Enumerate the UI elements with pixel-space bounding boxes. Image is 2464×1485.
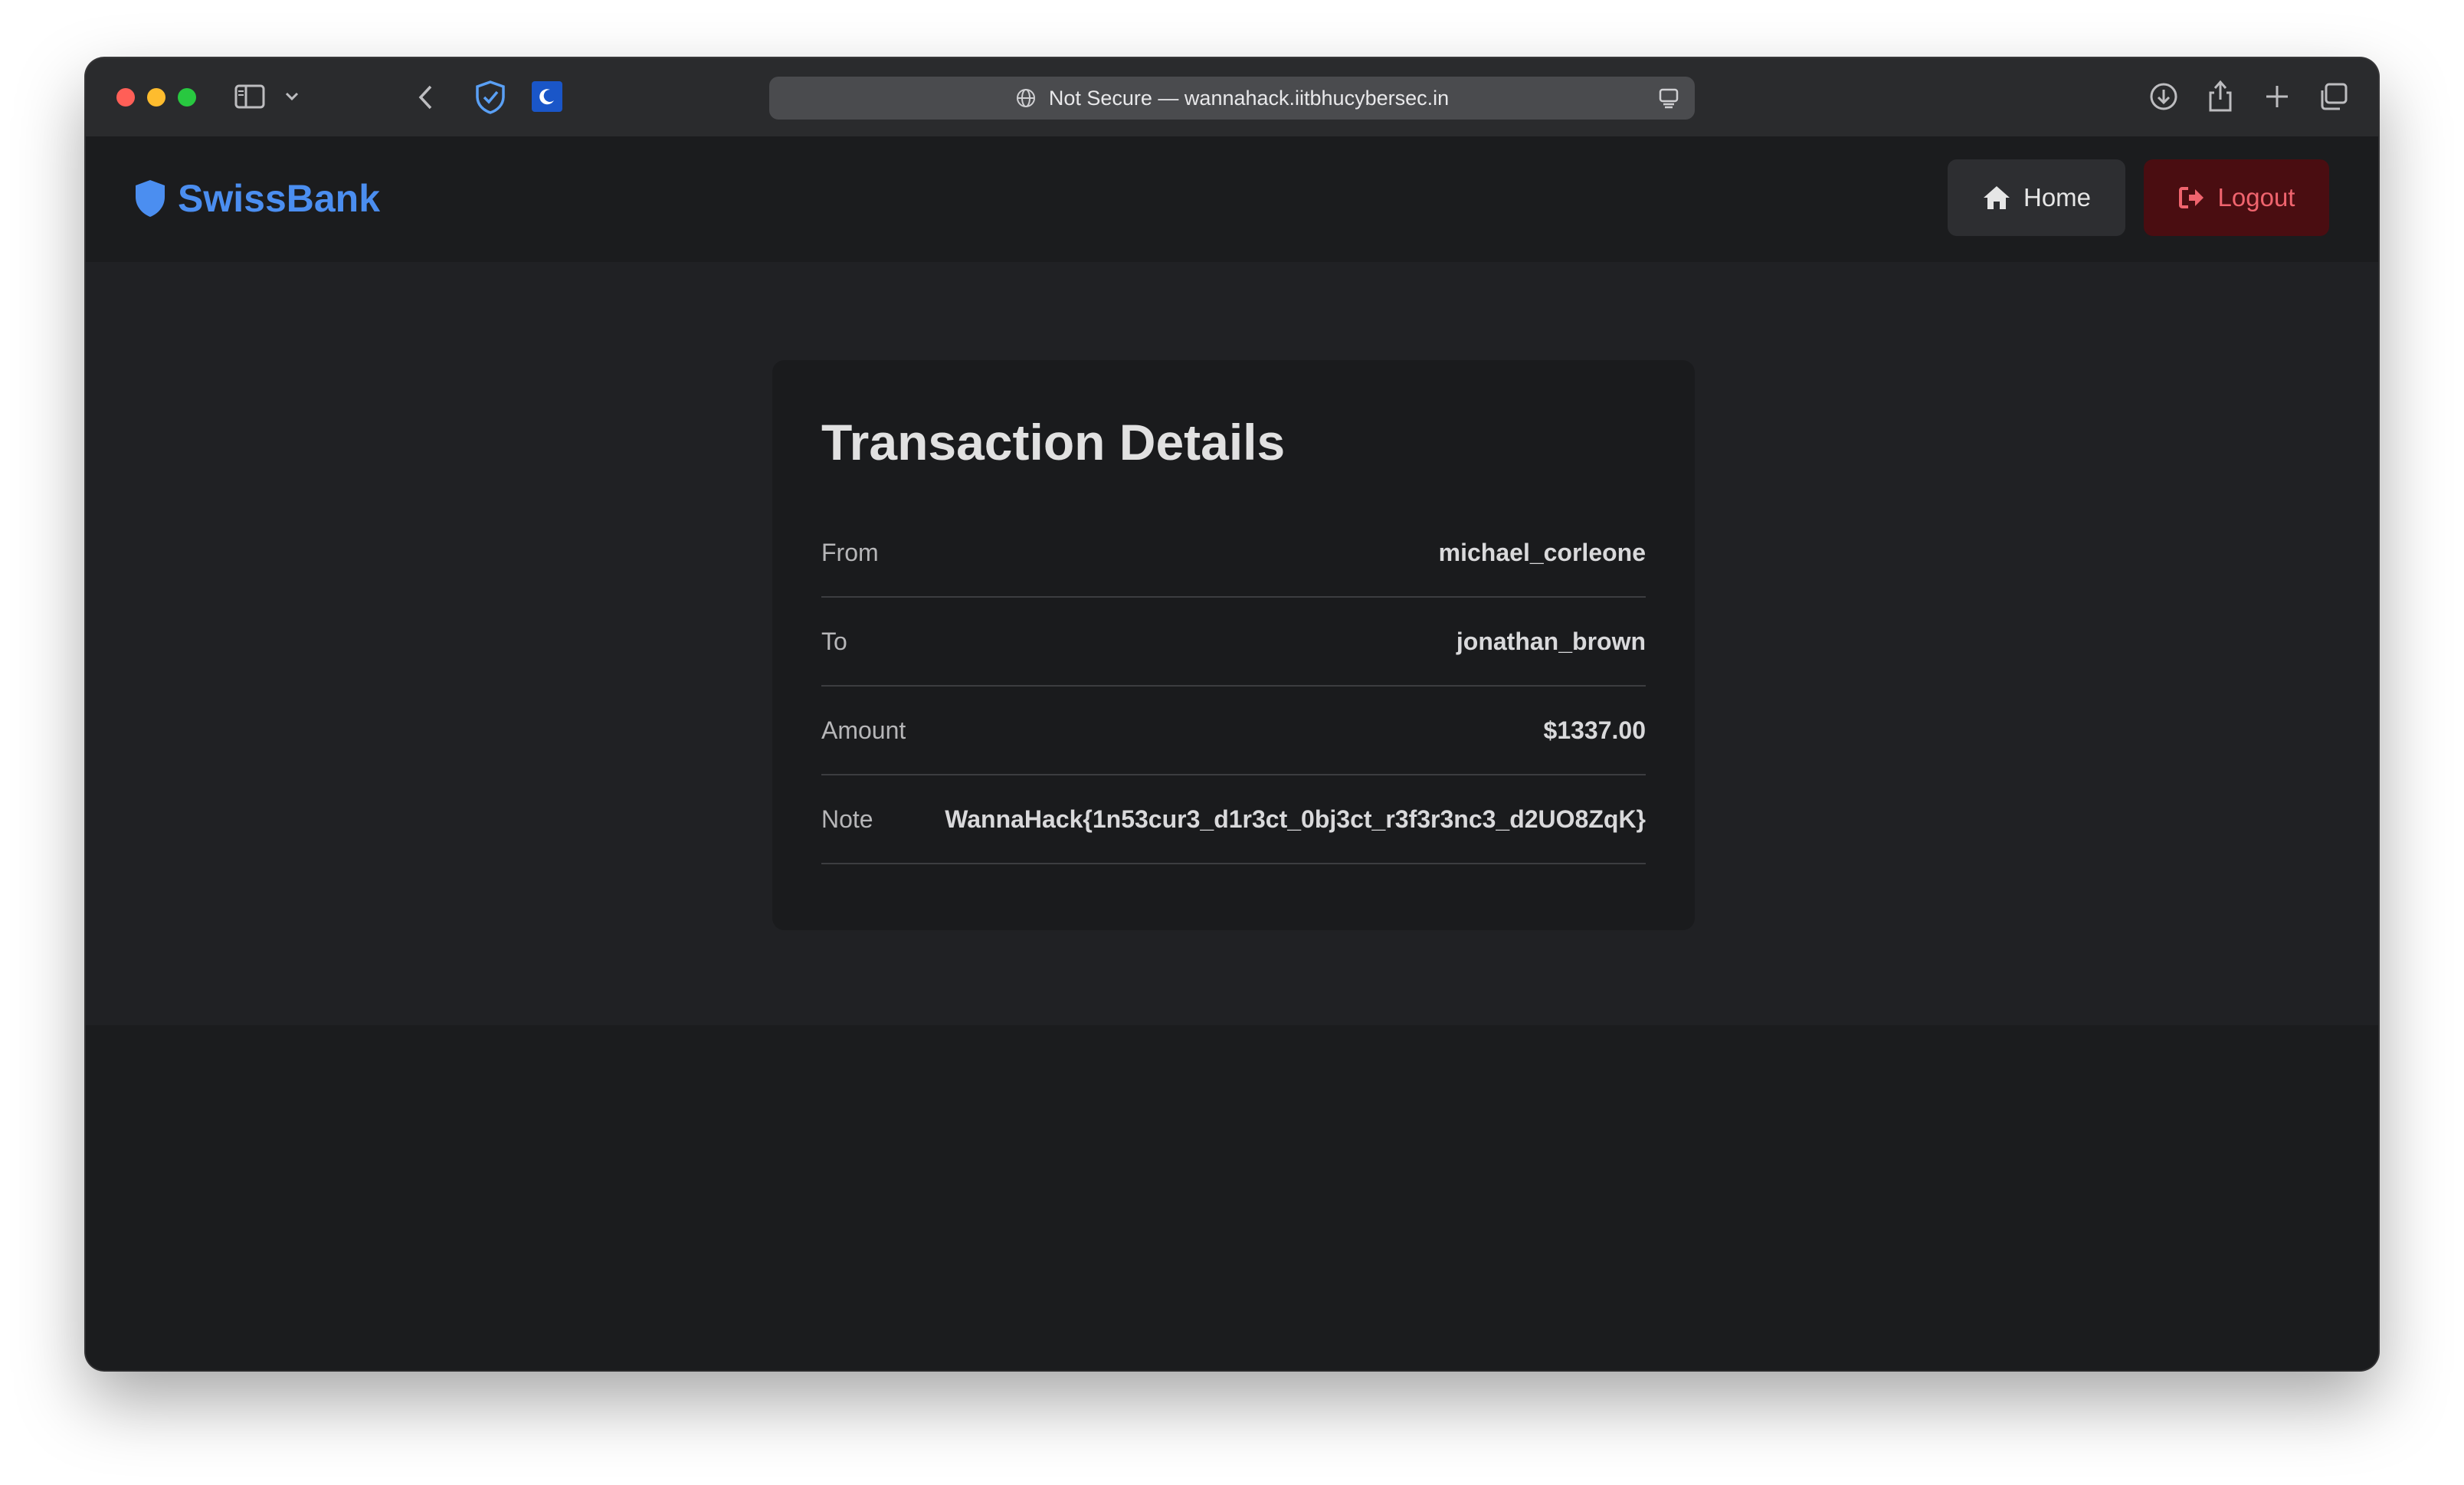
window-close-button[interactable]	[116, 88, 135, 107]
detail-row-from: From michael_corleone	[821, 509, 1646, 598]
dark-mode-extension-icon[interactable]	[532, 81, 562, 112]
detail-value: $1337.00	[1543, 716, 1646, 744]
globe-icon	[1015, 87, 1037, 109]
detail-value: michael_corleone	[1438, 538, 1646, 566]
main-content: Transaction Details From michael_corleon…	[86, 262, 2378, 1025]
detail-row-to: To jonathan_brown	[821, 598, 1646, 687]
transaction-card: Transaction Details From michael_corleon…	[772, 360, 1695, 930]
detail-row-amount: Amount $1337.00	[821, 687, 1646, 775]
tab-overview-icon[interactable]	[2318, 81, 2349, 112]
window-maximize-button[interactable]	[178, 88, 196, 107]
brand-logo[interactable]: SwissBank	[133, 176, 380, 221]
logout-icon	[2178, 185, 2206, 210]
brand-name: SwissBank	[178, 177, 381, 220]
page-footer-area	[86, 1025, 2378, 1370]
detail-label: To	[821, 627, 847, 655]
window-minimize-button[interactable]	[147, 88, 165, 107]
browser-window: Not Secure — wannahack.iitbhucybersec.in	[86, 58, 2378, 1370]
detail-label: Amount	[821, 716, 906, 744]
shield-icon	[133, 179, 167, 218]
home-icon	[1982, 185, 2011, 211]
chevron-down-icon[interactable]	[283, 89, 300, 104]
home-button-label: Home	[2023, 183, 2092, 211]
logout-button-label: Logout	[2217, 183, 2295, 211]
back-arrow-icon[interactable]	[415, 83, 437, 112]
logout-button[interactable]: Logout	[2144, 159, 2329, 236]
detail-row-note: Note WannaHack{1n53cur3_d1r3ct_0bj3ct_r3…	[821, 775, 1646, 864]
sidebar-toggle-icon[interactable]	[234, 84, 265, 110]
detail-value: WannaHack{1n53cur3_d1r3ct_0bj3ct_r3f3r3n…	[945, 805, 1646, 833]
home-button[interactable]: Home	[1948, 159, 2125, 236]
site-navbar: SwissBank Home Logout	[86, 136, 2378, 262]
privacy-shield-icon[interactable]	[473, 80, 507, 115]
address-text: Not Secure — wannahack.iitbhucybersec.in	[1048, 86, 1450, 110]
reader-mode-icon[interactable]	[1658, 87, 1679, 114]
detail-label: Note	[821, 805, 873, 833]
share-icon[interactable]	[2207, 78, 2234, 113]
detail-label: From	[821, 538, 879, 566]
detail-value: jonathan_brown	[1456, 627, 1646, 655]
address-bar[interactable]: Not Secure — wannahack.iitbhucybersec.in	[769, 77, 1695, 120]
page-title: Transaction Details	[821, 414, 1286, 470]
new-tab-plus-icon[interactable]	[2263, 83, 2291, 110]
browser-toolbar: Not Secure — wannahack.iitbhucybersec.in	[86, 58, 2378, 136]
download-icon[interactable]	[2148, 81, 2179, 112]
